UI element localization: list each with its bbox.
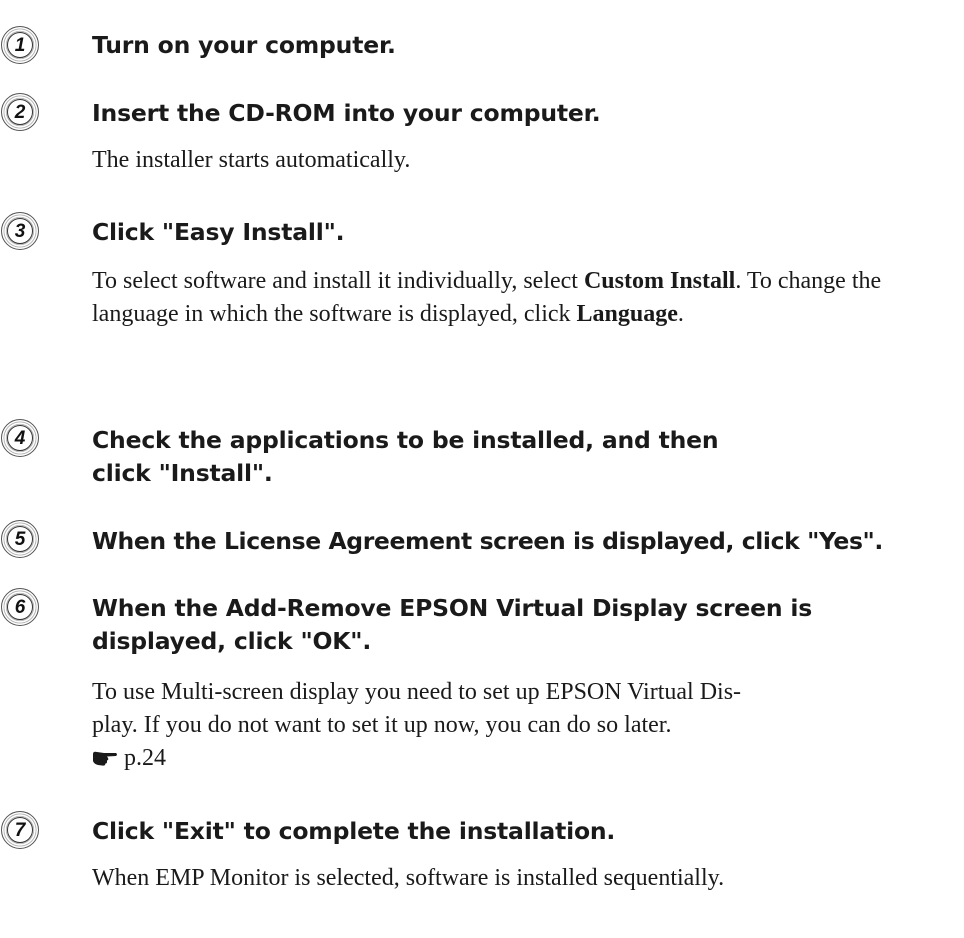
step-body: To select software and install it indivi… <box>92 265 956 331</box>
step-body: The installer starts automatically. <box>92 147 411 173</box>
step-body: When EMP Monitor is selected, software i… <box>92 865 725 891</box>
page-reference-link[interactable]: p.24 <box>124 745 166 771</box>
step-heading: Click "Exit" to complete the installatio… <box>92 817 616 845</box>
step-number: 5 <box>7 526 33 552</box>
step-body-line: play. If you do not want to set it up no… <box>92 712 672 738</box>
body-text-segment: To select software and install it indivi… <box>92 268 584 294</box>
custom-install-label: Custom Install <box>583 268 736 294</box>
step-number: 3 <box>7 218 33 244</box>
step-number-badge: 6 <box>1 588 39 626</box>
step-heading: When the License Agreement screen is dis… <box>92 527 883 555</box>
step-body-line: To use Multi-screen display you need to … <box>92 679 742 705</box>
step-number-badge: 7 <box>1 811 39 849</box>
step-number-badge: 1 <box>1 26 39 64</box>
step-heading: Turn on your computer. <box>92 31 396 59</box>
step-heading: Insert the CD-ROM into your computer. <box>92 99 601 127</box>
pointing-hand-icon <box>93 751 117 766</box>
step-number-badge: 4 <box>1 419 39 457</box>
step-number-badge: 3 <box>1 212 39 250</box>
step-number: 1 <box>7 32 33 58</box>
step-heading: Check the applications to be installed, … <box>92 426 719 487</box>
step-number-badge: 2 <box>1 93 39 131</box>
body-text-segment: . <box>677 301 684 327</box>
page-reference: p.24 <box>92 742 952 775</box>
step-number: 7 <box>7 817 33 843</box>
step-heading: When the Add-Remove EPSON Virtual Displa… <box>92 594 812 655</box>
step-number: 2 <box>7 99 33 125</box>
step-heading: Click "Easy Install". <box>92 218 345 246</box>
step-number: 6 <box>7 594 33 620</box>
language-label: Language <box>576 301 678 327</box>
step-number-badge: 5 <box>1 520 39 558</box>
step-number: 4 <box>7 425 33 451</box>
